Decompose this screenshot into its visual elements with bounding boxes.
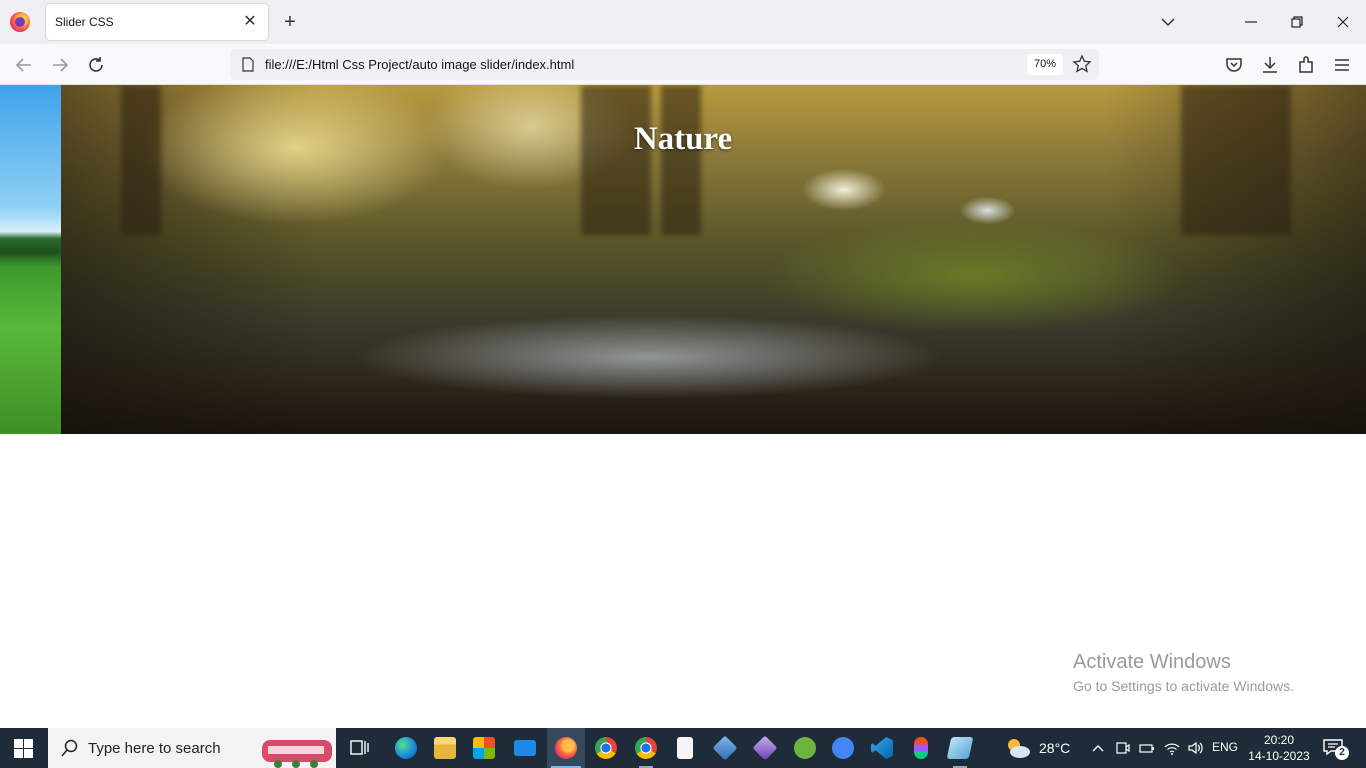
notification-count-badge: 2 — [1335, 746, 1349, 760]
app-cube-blue[interactable] — [706, 728, 744, 768]
clock[interactable]: 20:20 14-10-2023 — [1248, 732, 1310, 764]
chrome-icon — [595, 737, 617, 759]
clock-date: 14-10-2023 — [1248, 749, 1310, 763]
meet-now-icon[interactable] — [1115, 740, 1131, 756]
page-icon — [242, 57, 254, 72]
file-explorer-app[interactable] — [426, 728, 464, 768]
back-icon[interactable] — [13, 54, 35, 76]
close-window-icon[interactable] — [1333, 12, 1353, 32]
star-bookmark-icon[interactable] — [1072, 54, 1092, 74]
weather-temperature: 28°C — [1039, 740, 1071, 756]
vscode-icon — [871, 737, 893, 759]
android-studio-app[interactable] — [824, 728, 862, 768]
forward-icon[interactable] — [49, 54, 71, 76]
partly-cloudy-icon — [1008, 739, 1030, 758]
figma-app[interactable] — [902, 728, 940, 768]
notepad-app[interactable] — [666, 728, 704, 768]
pocket-icon[interactable] — [1223, 54, 1245, 76]
app-book[interactable] — [941, 728, 979, 768]
microsoft-store-app[interactable] — [465, 728, 503, 768]
taskbar: Type here to search 28°C ENG 20:20 14-10… — [0, 728, 1366, 768]
reload-icon[interactable] — [85, 54, 107, 76]
navigation-toolbar: file:///E:/Html Css Project/auto image s… — [0, 44, 1366, 85]
search-icon — [61, 739, 78, 757]
vscode-app[interactable] — [863, 728, 901, 768]
download-icon[interactable] — [1259, 54, 1281, 76]
tab-close-icon[interactable]: ✕ — [240, 12, 260, 32]
document-icon — [677, 737, 693, 759]
volume-icon[interactable] — [1187, 740, 1203, 756]
mail-app[interactable] — [506, 728, 544, 768]
zoom-level-button[interactable]: 70% — [1027, 54, 1063, 75]
search-highlight-train-icon — [262, 740, 332, 768]
menu-icon[interactable] — [1331, 54, 1353, 76]
leaf-icon — [794, 737, 816, 759]
edge-app[interactable] — [387, 728, 425, 768]
weather-widget[interactable]: 28°C — [1003, 728, 1083, 768]
edge-icon — [395, 737, 417, 759]
spring-tool-app[interactable] — [786, 728, 824, 768]
notification-center-button[interactable]: 2 — [1322, 738, 1349, 760]
url-bar[interactable]: file:///E:/Html Css Project/auto image s… — [230, 49, 1099, 80]
show-hidden-icons-chevron-icon[interactable] — [1090, 740, 1106, 756]
tab-slider-css[interactable]: Slider CSS ✕ — [46, 4, 268, 40]
compass-icon — [832, 737, 854, 759]
extensions-icon[interactable] — [1295, 54, 1317, 76]
input-language[interactable]: ENG — [1212, 740, 1238, 754]
book-icon — [946, 737, 974, 759]
search-placeholder: Type here to search — [88, 740, 221, 757]
firefox-logo-icon[interactable] — [10, 12, 30, 32]
chrome-profile-icon — [635, 737, 657, 759]
chrome-profile-app[interactable] — [627, 728, 665, 768]
store-icon — [473, 737, 495, 759]
restore-icon[interactable] — [1287, 12, 1307, 32]
activate-windows-watermark: Activate Windows Go to Settings to activ… — [1073, 651, 1294, 694]
task-view-icon — [350, 740, 369, 755]
page-content: Nature Activate Windows Go to Settings t… — [0, 85, 1366, 728]
tree-trunk — [1181, 85, 1291, 235]
tree-trunk — [661, 85, 701, 235]
tabs-list-chevron-icon[interactable] — [1158, 12, 1178, 32]
minimize-icon[interactable] — [1241, 12, 1261, 32]
cube-icon — [752, 735, 778, 761]
slide-title: Nature — [633, 121, 733, 157]
activate-windows-title: Activate Windows — [1073, 651, 1231, 673]
firefox-icon — [555, 737, 577, 759]
taskbar-search-box[interactable]: Type here to search — [48, 728, 336, 768]
clock-time: 20:20 — [1263, 733, 1295, 747]
firefox-app[interactable] — [547, 728, 585, 768]
app-cube-purple[interactable] — [746, 728, 784, 768]
figma-icon — [914, 737, 928, 759]
tree-trunk — [581, 85, 651, 235]
tree-trunk — [121, 85, 161, 235]
battery-plug-icon[interactable] — [1139, 740, 1155, 756]
activate-windows-subtitle: Go to Settings to activate Windows. — [1073, 678, 1294, 694]
task-view-button[interactable] — [341, 728, 379, 768]
tab-bar: Slider CSS ✕ + — [0, 0, 1366, 44]
tab-title: Slider CSS — [55, 15, 114, 29]
new-tab-button[interactable]: + — [280, 11, 300, 33]
windows-start-icon[interactable] — [14, 739, 33, 758]
mail-icon — [514, 740, 536, 756]
chrome-app[interactable] — [587, 728, 625, 768]
folder-icon — [434, 737, 456, 759]
cube-icon — [712, 735, 738, 761]
wifi-icon[interactable] — [1164, 740, 1180, 756]
url-text[interactable]: file:///E:/Html Css Project/auto image s… — [265, 57, 574, 72]
